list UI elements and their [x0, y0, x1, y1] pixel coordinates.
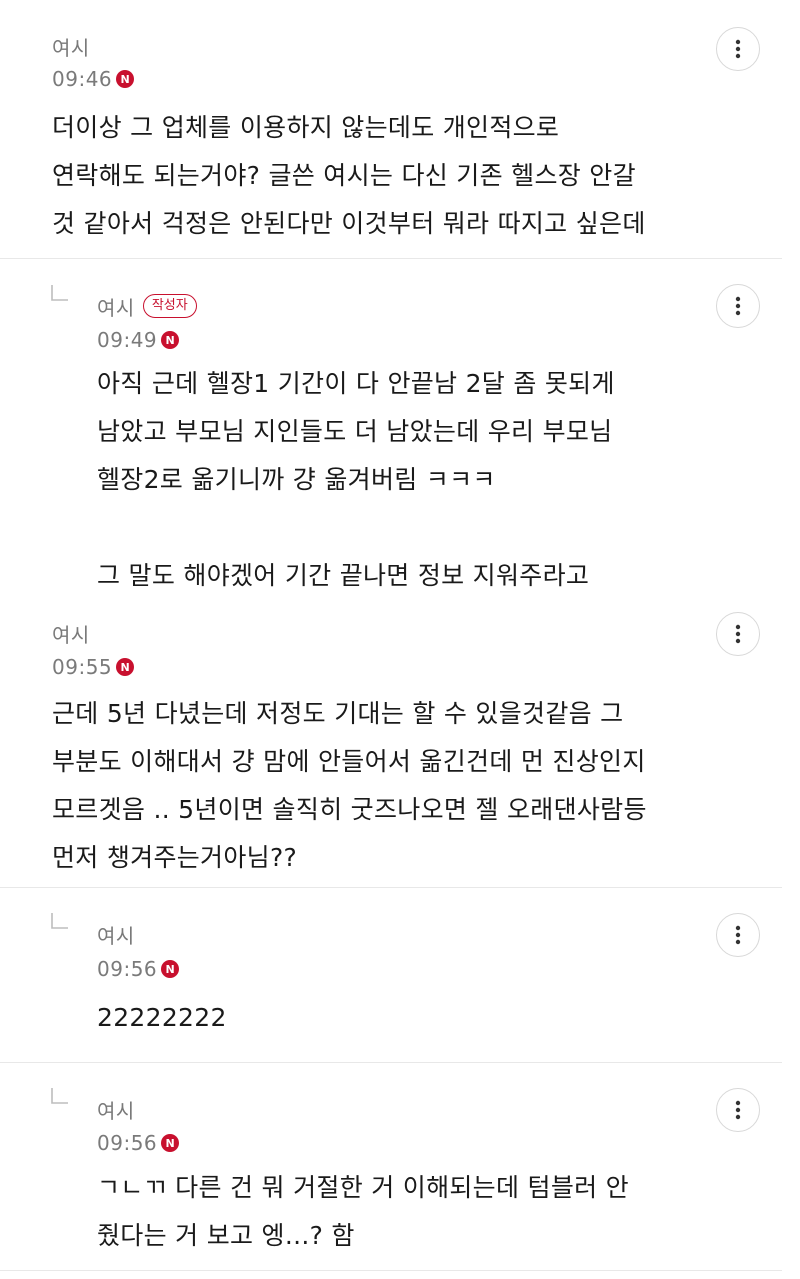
new-badge: N [161, 960, 180, 978]
comment-author-row: 여시 작성자 [97, 290, 197, 322]
more-vertical-icon [735, 39, 741, 59]
comment-author[interactable]: 여시 [97, 1095, 135, 1124]
comment-time: 09:46 [52, 67, 113, 91]
comment-time: 09:56 [97, 957, 158, 981]
comment-author-row: 여시 [97, 918, 135, 950]
comment-meta: 09:49 N [97, 325, 180, 355]
reply-arrow-icon [51, 1088, 68, 1104]
comment-divider [0, 1270, 782, 1271]
writer-badge: 작성자 [142, 294, 197, 318]
comment-divider [0, 258, 782, 259]
comment-body: 더이상 그 업체를 이용하지 않는데도 개인적으로 연락해도 되는거야? 글쓴 … [52, 113, 646, 238]
comment-time: 09:49 [97, 328, 158, 352]
comment-meta: 09:56 N [97, 954, 180, 984]
comment-author[interactable]: 여시 [97, 292, 135, 321]
new-badge: N [161, 331, 180, 349]
comment-body: 22222222 [97, 1003, 227, 1032]
reply-arrow-icon [51, 285, 68, 301]
new-badge: N [116, 658, 135, 676]
more-options-button[interactable] [716, 284, 760, 328]
more-vertical-icon [735, 925, 741, 945]
comment-author-row: 여시 [52, 617, 90, 649]
new-badge: N [161, 1134, 180, 1152]
new-badge: N [116, 70, 135, 88]
comment-divider [0, 887, 782, 888]
comment-time: 09:56 [97, 1131, 158, 1155]
comment-author[interactable]: 여시 [97, 920, 135, 949]
more-options-button[interactable] [716, 27, 760, 71]
comment-meta: 09:56 N [97, 1128, 180, 1158]
more-options-button[interactable] [716, 1088, 760, 1132]
more-options-button[interactable] [716, 612, 760, 656]
comment-author[interactable]: 여시 [52, 619, 90, 648]
comment-meta: 09:46 N [52, 64, 135, 94]
reply-arrow-icon [51, 913, 68, 929]
comment-body: 아직 근데 헬장1 기간이 다 안끝남 2달 좀 못되게 남았고 부모님 지인들… [97, 369, 615, 590]
comment-time: 09:55 [52, 655, 113, 679]
comment-author[interactable]: 여시 [52, 32, 90, 61]
more-options-button[interactable] [716, 913, 760, 957]
comment-author-row: 여시 [52, 30, 90, 62]
more-vertical-icon [735, 624, 741, 644]
comment-meta: 09:55 N [52, 652, 135, 682]
more-vertical-icon [735, 1100, 741, 1120]
comment-body: 근데 5년 다녔는데 저정도 기대는 할 수 있을것같음 그 부분도 이해대서 … [52, 699, 647, 872]
more-vertical-icon [735, 296, 741, 316]
comment-divider [0, 1062, 782, 1063]
comment-author-row: 여시 [97, 1093, 135, 1125]
comment-body: ㄱㄴㄲ 다른 건 뭐 거절한 거 이해되는데 텀블러 안 줬다는 거 보고 엥.… [97, 1173, 629, 1250]
